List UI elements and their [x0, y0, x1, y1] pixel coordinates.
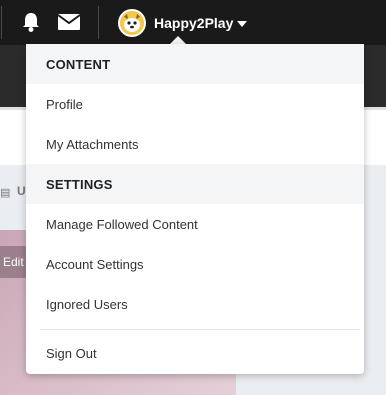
menu-item-sign-out[interactable]: Sign Out — [26, 333, 364, 373]
breadcrumb-text: U — [17, 184, 26, 198]
menu-item-my-attachments[interactable]: My Attachments — [26, 124, 364, 164]
user-menu-toggle[interactable]: Happy2Play — [118, 9, 248, 37]
menu-divider — [40, 329, 360, 330]
menu-item-ignored-users[interactable]: Ignored Users — [26, 284, 364, 324]
document-icon: ▤ — [0, 187, 11, 199]
bell-icon — [23, 13, 39, 32]
section-header-settings: SETTINGS — [26, 164, 364, 204]
edit-banner-button[interactable]: Edit — [0, 246, 26, 278]
caret-down-icon — [237, 21, 248, 27]
messages-button[interactable] — [57, 11, 81, 33]
dropdown-pointer — [170, 36, 186, 44]
avatar — [118, 9, 146, 37]
section-header-content: CONTENT — [26, 44, 364, 84]
menu-item-account-settings[interactable]: Account Settings — [26, 244, 364, 284]
top-bar: Happy2Play — [0, 0, 386, 45]
divider — [98, 6, 99, 39]
menu-item-manage-followed-content[interactable]: Manage Followed Content — [26, 204, 364, 244]
notifications-button[interactable] — [19, 11, 43, 33]
menu-item-profile[interactable]: Profile — [26, 84, 364, 124]
user-dropdown-menu: CONTENT Profile My Attachments SETTINGS … — [26, 44, 364, 374]
divider — [1, 6, 2, 39]
envelope-icon — [57, 14, 81, 30]
username: Happy2Play — [154, 15, 234, 31]
